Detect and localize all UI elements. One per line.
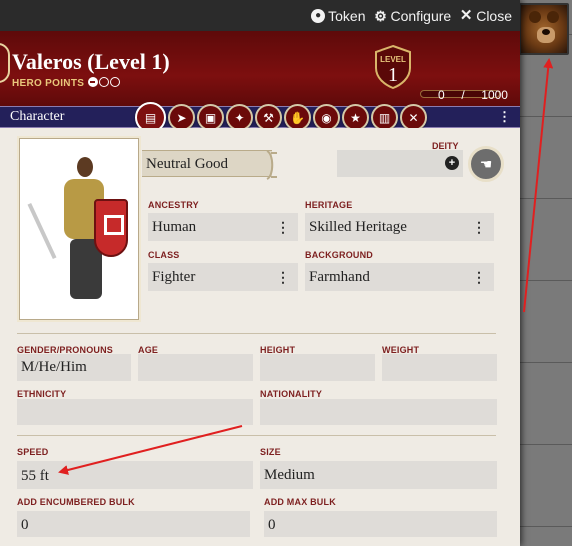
weight-field[interactable] (382, 354, 497, 381)
ancestry-field[interactable]: Human ⋮ (148, 213, 298, 241)
tab-crafting[interactable]: ⚒ (255, 104, 282, 131)
add-encumbered-bulk-label: ADD ENCUMBERED BULK (17, 497, 135, 507)
portrait-sword (27, 202, 57, 260)
alignment-field[interactable]: Neutral Good (142, 150, 272, 177)
portrait-shield (94, 199, 128, 257)
tab-title: Character (10, 109, 65, 124)
scale-icon: ✕ (408, 110, 419, 125)
gear-icon: ⚙ (374, 7, 387, 24)
ancestry-value: Human (152, 219, 197, 235)
wand-icon: ✦ (234, 110, 245, 125)
hero-point-pip[interactable] (88, 77, 98, 87)
background-field[interactable]: Farmhand ⋮ (305, 263, 494, 291)
class-label: CLASS (148, 250, 180, 260)
character-name[interactable]: Valeros (Level 1) (12, 49, 170, 75)
heritage-field[interactable]: Skilled Heritage ⋮ (305, 213, 494, 241)
ethnicity-label: ETHNICITY (17, 389, 67, 399)
emblem-icon (0, 43, 10, 83)
arrow-icon: ➤ (176, 110, 187, 125)
section-divider (17, 435, 496, 436)
xp-current[interactable]: 0 (438, 88, 445, 102)
token-button[interactable]: ● Token (311, 7, 366, 24)
medal-icon: ◉ (321, 110, 332, 125)
xp-max[interactable]: 1000 (481, 88, 508, 102)
hero-points-pips[interactable] (88, 77, 120, 87)
hammer-icon: ⚒ (263, 110, 274, 125)
level-badge: LEVEL 1 (373, 44, 413, 90)
heritage-value: Skilled Heritage (309, 219, 407, 235)
hand-icon: ✋ (290, 110, 305, 125)
background-menu-icon[interactable]: ⋮ (472, 269, 486, 286)
speed-label: SPEED (17, 447, 49, 457)
sheet-tab-bar: Character ▤ ➤ ▣ ✦ ⚒ ✋ ◉ ★ ▥ ✕ ⋮ (0, 102, 520, 133)
more-tabs-button[interactable]: ⋮ (498, 109, 511, 125)
level-label: LEVEL (380, 55, 406, 64)
ancestry-menu-icon[interactable]: ⋮ (276, 219, 290, 236)
token-ear-left (529, 11, 541, 23)
xp-separator: / (461, 88, 465, 102)
token-ear-right (547, 11, 559, 23)
deity-hand-icon[interactable]: ☚ (468, 146, 504, 182)
configure-button[interactable]: ⚙ Configure (374, 7, 452, 24)
star-icon: ★ (350, 110, 361, 125)
hero-point-pip[interactable] (99, 77, 109, 87)
bear-token[interactable] (519, 3, 569, 55)
character-sheet-window: ● Token ⚙ Configure ✕ Close Valeros (Lev… (0, 0, 520, 546)
close-button[interactable]: ✕ Close (459, 8, 512, 24)
user-circle-icon: ● (311, 8, 326, 23)
tab-biography[interactable]: ▥ (371, 104, 398, 131)
book-icon: ▥ (378, 110, 391, 125)
background-value: Farmhand (309, 269, 370, 285)
ethnicity-field[interactable] (17, 399, 253, 425)
token-button-label: Token (328, 7, 366, 24)
add-max-bulk-label: ADD MAX BULK (264, 497, 336, 507)
ancestry-label: ANCESTRY (148, 200, 199, 210)
add-max-bulk-field[interactable]: 0 (264, 511, 497, 537)
class-field[interactable]: Fighter ⋮ (148, 263, 298, 291)
tab-effects[interactable]: ★ (342, 104, 369, 131)
canvas-grid (520, 0, 572, 546)
portrait-head (77, 157, 93, 177)
nationality-field[interactable] (260, 399, 497, 425)
tab-strikes[interactable]: ✕ (400, 104, 427, 131)
tab-feats[interactable]: ◉ (313, 104, 340, 131)
section-divider (17, 333, 496, 334)
tab-inventory[interactable]: ▣ (197, 104, 224, 131)
token-nose (542, 29, 550, 35)
tab-spells[interactable]: ✦ (226, 104, 253, 131)
window-header: ● Token ⚙ Configure ✕ Close (0, 0, 520, 31)
nationality-label: NATIONALITY (260, 389, 323, 399)
age-field[interactable] (138, 354, 253, 381)
inventory-icon: ▣ (204, 110, 217, 125)
id-card-icon: ▤ (144, 110, 157, 125)
xp-readout[interactable]: 0 / 1000 (438, 88, 508, 102)
gender-field[interactable]: M/He/Him (17, 354, 131, 381)
heritage-label: HERITAGE (305, 200, 353, 210)
height-field[interactable] (260, 354, 375, 381)
level-value: 1 (388, 64, 398, 86)
add-encumbered-bulk-field[interactable]: 0 (17, 511, 250, 537)
tab-actions[interactable]: ➤ (168, 104, 195, 131)
close-icon: ✕ (459, 6, 473, 24)
size-label: SIZE (260, 447, 281, 457)
add-deity-icon[interactable]: + (445, 156, 459, 170)
hero-point-pip[interactable] (110, 77, 120, 87)
character-portrait[interactable] (19, 138, 139, 320)
tab-proficiencies[interactable]: ✋ (284, 104, 311, 131)
close-button-label: Close (476, 7, 512, 24)
size-field[interactable]: Medium (260, 461, 497, 489)
heritage-menu-icon[interactable]: ⋮ (472, 219, 486, 236)
character-banner: Valeros (Level 1) HERO POINTS LEVEL 1 0 … (0, 31, 520, 106)
class-value: Fighter (152, 269, 196, 285)
class-menu-icon[interactable]: ⋮ (276, 269, 290, 286)
background-label: BACKGROUND (305, 250, 373, 260)
speed-field[interactable]: 55 ft (17, 461, 253, 489)
configure-button-label: Configure (390, 7, 452, 24)
alignment-scroll-cap (266, 150, 277, 180)
hero-points-label: HERO POINTS (12, 78, 85, 89)
